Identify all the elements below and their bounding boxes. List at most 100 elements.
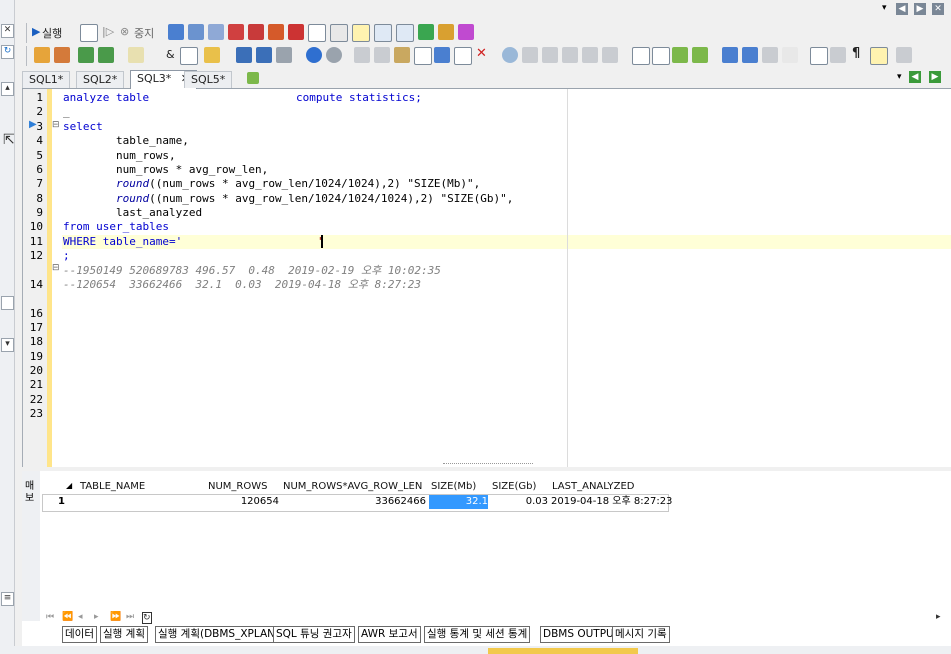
list-icon[interactable] bbox=[810, 47, 828, 65]
close-window-icon[interactable]: ✕ bbox=[932, 3, 944, 15]
column-header[interactable]: TABLE_NAME bbox=[80, 481, 145, 492]
cell-size-mb[interactable]: 32.1 bbox=[429, 495, 488, 509]
tab-execution-stats[interactable]: 실행 통계 및 세션 통계 bbox=[424, 626, 531, 643]
save-icon[interactable] bbox=[236, 47, 252, 63]
prev-page-icon[interactable]: ⏪ bbox=[62, 612, 73, 622]
scroll-thumb[interactable] bbox=[1, 296, 14, 310]
tab-sql2[interactable]: SQL2* bbox=[76, 71, 125, 88]
next-window-icon[interactable]: ▶ bbox=[914, 3, 926, 15]
tab-list-icon[interactable]: ▾ bbox=[897, 72, 902, 82]
sql-paste-icon[interactable] bbox=[414, 47, 432, 65]
amp-icon[interactable]: & bbox=[166, 48, 175, 61]
stop-icon[interactable]: ⊗ bbox=[120, 25, 129, 38]
scroll-up-icon[interactable]: ▴ bbox=[1, 82, 14, 96]
uncomment-icon[interactable] bbox=[652, 47, 670, 65]
splitter-grip[interactable] bbox=[443, 463, 533, 467]
cut-icon[interactable] bbox=[354, 47, 370, 63]
find-all-icon[interactable] bbox=[542, 47, 558, 63]
forward-icon[interactable] bbox=[98, 47, 114, 63]
run-script-icon[interactable] bbox=[80, 24, 98, 42]
tab-data[interactable]: 데이터 bbox=[62, 626, 97, 643]
pilcrow-icon[interactable]: ¶ bbox=[852, 46, 860, 61]
split-icon[interactable] bbox=[870, 47, 888, 65]
wizard-icon[interactable] bbox=[458, 24, 474, 40]
comment-icon[interactable] bbox=[632, 47, 650, 65]
trace-icon[interactable] bbox=[228, 24, 244, 40]
tab-awr-report[interactable]: AWR 보고서 bbox=[358, 626, 421, 643]
dropdown-icon[interactable]: ▾ bbox=[882, 3, 887, 13]
commit-icon[interactable] bbox=[168, 24, 184, 40]
tab-dbms-output[interactable]: DBMS OUTPUT bbox=[540, 626, 624, 643]
export-icon[interactable] bbox=[438, 24, 454, 40]
column-header[interactable]: NUM_ROWS*AVG_ROW_LEN bbox=[283, 481, 422, 492]
print-icon[interactable] bbox=[276, 47, 292, 63]
sql-options-icon[interactable] bbox=[896, 47, 912, 63]
prev-window-icon[interactable]: ◀ bbox=[896, 3, 908, 15]
close-icon[interactable]: ✕ bbox=[1, 24, 14, 38]
debug-icon[interactable] bbox=[288, 24, 304, 40]
folder-icon[interactable] bbox=[204, 47, 220, 63]
tab-sql1[interactable]: SQL1* bbox=[22, 71, 71, 88]
sql-icon[interactable] bbox=[308, 24, 326, 42]
fold-toggle-icon[interactable]: ⊟ bbox=[52, 120, 60, 130]
back-icon[interactable] bbox=[78, 47, 94, 63]
delete-icon[interactable]: ✕ bbox=[476, 46, 487, 61]
scroll-down-icon[interactable]: ▾ bbox=[1, 338, 14, 352]
new-tab-icon[interactable] bbox=[247, 72, 259, 84]
tab-sql5[interactable]: SQL5* bbox=[184, 71, 233, 88]
format-icon[interactable] bbox=[434, 47, 450, 63]
lower-case-icon[interactable] bbox=[742, 47, 758, 63]
cell-last-analyzed[interactable]: 2019-04-18 오후 8:27:23 bbox=[551, 495, 672, 509]
column-header[interactable]: SIZE(Gb) bbox=[492, 481, 536, 492]
tab-execution-plan[interactable]: 실행 계획 bbox=[100, 626, 148, 643]
tab-sql-tuning-advisor[interactable]: SQL 튜닝 권고자 bbox=[273, 626, 355, 643]
last-record-icon[interactable]: ⏭ bbox=[126, 612, 134, 622]
next-record-icon[interactable]: ▸ bbox=[94, 612, 99, 622]
column-header[interactable]: LAST_ANALYZED bbox=[552, 481, 634, 492]
run-button[interactable]: 실행 bbox=[42, 25, 62, 41]
next-page-icon[interactable]: ⏩ bbox=[110, 612, 121, 622]
column-header[interactable]: SIZE(Mb) bbox=[431, 481, 476, 492]
column-header[interactable]: NUM_ROWS bbox=[208, 481, 267, 492]
outdent-icon[interactable] bbox=[692, 47, 708, 63]
paste-icon[interactable] bbox=[394, 47, 410, 63]
tab-message-log[interactable]: 메시지 기록 bbox=[612, 626, 670, 643]
highlight-icon[interactable] bbox=[128, 47, 144, 63]
copy-icon[interactable] bbox=[374, 47, 390, 63]
check-icon[interactable] bbox=[418, 24, 434, 40]
grid-icon[interactable] bbox=[352, 24, 370, 42]
users-icon[interactable] bbox=[602, 47, 618, 63]
prev-record-icon[interactable]: ◂ bbox=[78, 612, 83, 622]
abc-icon[interactable] bbox=[782, 47, 798, 63]
bookmark-icon[interactable] bbox=[582, 47, 598, 63]
indent-icon[interactable] bbox=[672, 47, 688, 63]
replace-icon[interactable] bbox=[522, 47, 538, 63]
refresh-icon[interactable] bbox=[326, 47, 342, 63]
stop-button[interactable]: 중지 bbox=[134, 25, 154, 41]
run-icon[interactable]: ▶ bbox=[32, 25, 40, 38]
upper-case-icon[interactable] bbox=[722, 47, 738, 63]
first-record-icon[interactable]: ⏮ bbox=[46, 612, 54, 622]
new-icon[interactable] bbox=[34, 47, 50, 63]
save-all-icon[interactable] bbox=[256, 47, 272, 63]
scroll-handle[interactable]: ≡ bbox=[1, 592, 14, 606]
tab-prev-icon[interactable]: ◀ bbox=[909, 71, 921, 83]
cell-table-name[interactable] bbox=[82, 495, 206, 509]
cell-size-gb[interactable]: 0.03 bbox=[490, 495, 548, 509]
autotrace-icon[interactable] bbox=[248, 24, 264, 40]
sql-editor[interactable]: 1 2 3 4 5 6 7 8 9 10 11 12 14 16 17 18 19 20 21 22 23 ⊟ ⊟ ▶ … bbox=[22, 89, 951, 467]
scroll-right-icon[interactable]: ▸ bbox=[936, 612, 941, 622]
cell-num-rows[interactable]: 120654 bbox=[208, 495, 279, 509]
blank-icon[interactable] bbox=[454, 47, 472, 65]
init-cap-icon[interactable] bbox=[762, 47, 778, 63]
describe-icon[interactable] bbox=[830, 47, 846, 63]
image-icon[interactable] bbox=[396, 24, 414, 42]
tab-execution-plan-xplan[interactable]: 실행 계획(DBMS_XPLAN) bbox=[155, 626, 283, 643]
find-icon[interactable] bbox=[502, 47, 518, 63]
report-icon[interactable] bbox=[330, 24, 348, 42]
colon-icon[interactable] bbox=[180, 47, 198, 65]
profile-icon[interactable] bbox=[268, 24, 284, 40]
explain-icon[interactable] bbox=[208, 24, 224, 40]
rollback-icon[interactable] bbox=[188, 24, 204, 40]
refresh-icon[interactable]: ↻ bbox=[1, 45, 14, 59]
